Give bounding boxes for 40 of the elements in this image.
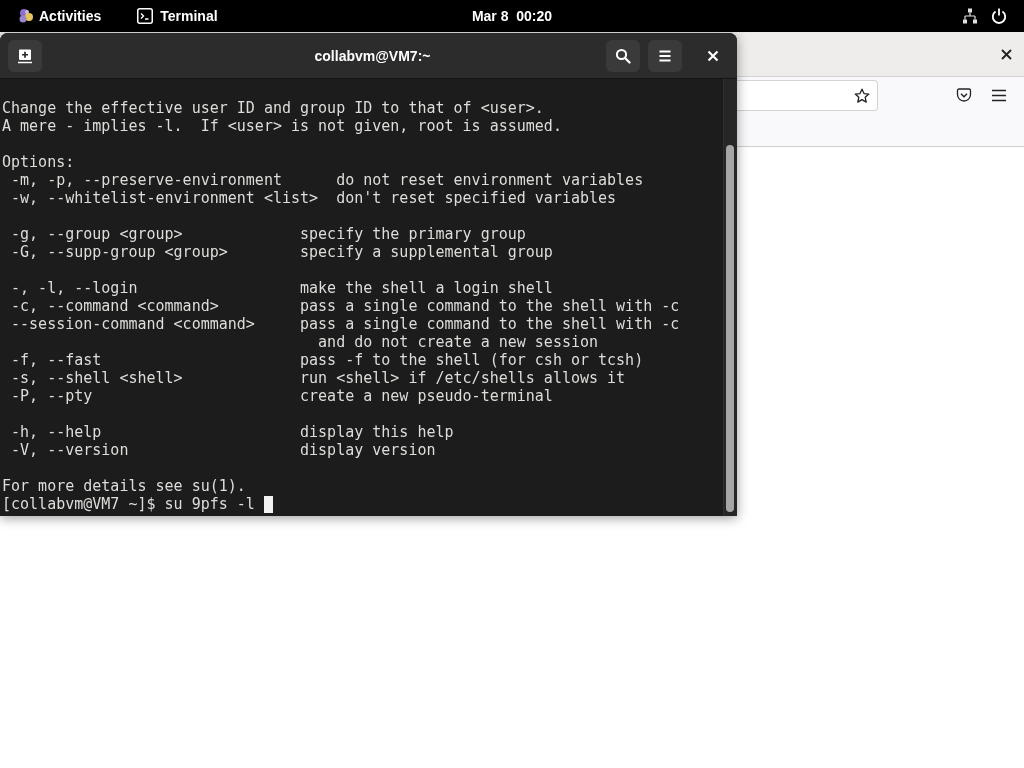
power-icon[interactable] [991,8,1007,24]
terminal-line: -m, -p, --preserve-environment do not reset environment variables [10,171,644,189]
terminal-line: -g, --group <group> specify the primary group [10,225,526,243]
terminal-line: -w, --whitelist-environment <list> don't reset specified variables [10,189,617,207]
terminal-line: -h, --help display this help [10,423,454,441]
network-icon[interactable] [962,8,978,24]
terminal-line: -V, --version display version [10,441,436,459]
terminal-icon [137,8,154,24]
new-tab-button[interactable] [8,39,42,72]
terminal-line: -G, --supp-group <group> specify a supplemental group [10,243,553,261]
terminal-line: Change the effective user ID and group ID to that of <user>. [2,99,544,117]
terminal-line: and do not create a new session [317,333,599,351]
app-menu-button[interactable]: Terminal [137,4,218,28]
window-title: collabvm@VM7:~ [314,47,431,64]
star-icon[interactable] [854,87,870,104]
terminal-line: -, -l, --login make the shell a login shell [10,279,553,297]
new-tab-icon [17,47,33,64]
chevron-shield-icon[interactable] [956,88,972,103]
text-cursor-icon [263,495,273,513]
terminal-line: -s, --shell <shell> run <shell> if /etc/shells allows it [10,369,626,387]
scrollbar[interactable] [723,79,737,516]
clock-button[interactable]: Mar 8 00:20 [471,4,553,28]
url-field[interactable] [737,80,878,111]
close-icon[interactable] [1001,48,1012,60]
activities-button[interactable]: Activities [18,4,102,28]
menu-icon [659,49,671,62]
terminal-line: For more details see su(1). [2,477,246,495]
command-prompt-line: [collabvm@VM7 ~]$ su 9pfs -l [2,495,255,513]
terminal-line: --session-command <command> pass a single command to the shell with -c [10,315,680,333]
logo-icon [18,8,34,24]
search-button[interactable] [606,39,640,72]
terminal-line: A mere - implies -l. If <user> is not given, root is assumed. [2,117,562,135]
menu-icon[interactable] [991,89,1007,102]
scrollbar-thumb[interactable] [726,145,734,512]
terminal-line: Options: [2,153,75,171]
terminal-line: -c, --command <command> pass a single command to the shell with -c [10,297,680,315]
terminal-line: -P, --pty create a new pseudo-terminal [10,387,553,405]
menu-button[interactable] [648,39,682,72]
terminal-line: -f, --fast pass -f to the shell (for csh or tcsh) [10,351,644,369]
search-icon [615,47,631,64]
